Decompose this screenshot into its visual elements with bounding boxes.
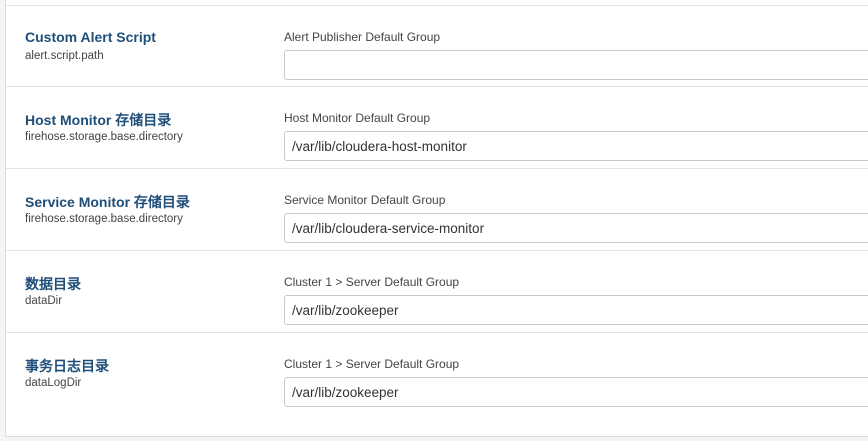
property-value-input[interactable] — [284, 213, 868, 243]
config-row-data-dir: 数据目录 dataDir Cluster 1 > Server Default … — [6, 251, 868, 333]
property-value-input[interactable] — [284, 295, 868, 325]
property-title: 数据目录 — [25, 276, 81, 292]
config-row-service-monitor-storage: Service Monitor 存储目录 firehose.storage.ba… — [6, 169, 868, 251]
property-key: dataLogDir — [25, 377, 82, 389]
property-title: 事务日志目录 — [25, 358, 109, 374]
property-key: firehose.storage.base.directory — [25, 131, 183, 143]
property-key: dataDir — [25, 295, 63, 307]
role-group-label: Cluster 1 > Server Default Group — [284, 275, 460, 289]
role-group-label: Alert Publisher Default Group — [284, 30, 441, 44]
property-title: Custom Alert Script — [25, 29, 156, 45]
property-title: Service Monitor 存储目录 — [25, 194, 190, 210]
property-key: alert.script.path — [25, 50, 104, 62]
property-value-input[interactable] — [284, 131, 868, 161]
config-row-custom-alert-script: Custom Alert Script alert.script.path Al… — [6, 5, 868, 87]
role-group-label: Service Monitor Default Group — [284, 193, 446, 207]
property-value-input[interactable] — [284, 50, 868, 80]
config-panel: Custom Alert Script alert.script.path Al… — [5, 0, 868, 437]
property-title: Host Monitor 存储目录 — [25, 112, 172, 128]
property-key: firehose.storage.base.directory — [25, 213, 183, 225]
role-group-label: Cluster 1 > Server Default Group — [284, 357, 460, 371]
config-row-data-log-dir: 事务日志目录 dataLogDir Cluster 1 > Server Def… — [6, 333, 868, 415]
config-row-host-monitor-storage: Host Monitor 存储目录 firehose.storage.base.… — [6, 87, 868, 169]
property-value-input[interactable] — [284, 377, 868, 407]
role-group-label: Host Monitor Default Group — [284, 111, 431, 125]
